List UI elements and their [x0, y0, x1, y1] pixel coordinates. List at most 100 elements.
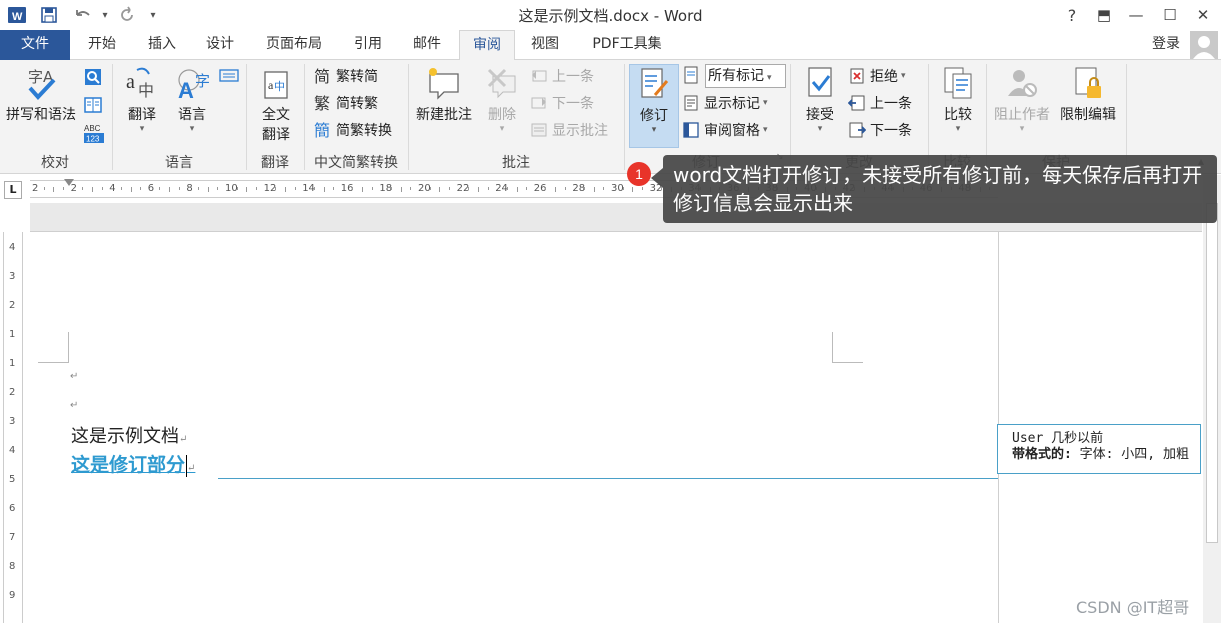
accept-button[interactable]: 接受 ▾: [796, 66, 844, 134]
translate-icon: a中: [125, 66, 159, 100]
close-button[interactable]: ✕: [1188, 2, 1218, 28]
ruler-minor-tick: [91, 187, 93, 192]
group-label-language: 语言: [165, 155, 193, 171]
ruler-tick-label: 8: [9, 561, 16, 572]
word-window: W ▾ ▾ 这是示例文档.docx - Word ? ⬒ — ☐ ✕ 文件 开始…: [0, 0, 1221, 623]
document-page[interactable]: ↵ ↵ 这是示例文档↵ 这是修订部分 ↵: [30, 231, 998, 623]
tab-references[interactable]: 引用: [344, 30, 392, 60]
paragraph-mark: ↵: [179, 434, 188, 445]
track-changes-icon: [637, 67, 671, 101]
tab-home[interactable]: 开始: [78, 30, 126, 60]
compare-button[interactable]: 比较 ▾: [934, 66, 982, 134]
accept-icon: [803, 66, 837, 100]
next-change-button[interactable]: 下一条: [848, 118, 912, 142]
ruler-minor-tick: [593, 187, 595, 192]
accept-dropdown-arrow: ▾: [817, 124, 823, 134]
show-comments-button[interactable]: 显示批注: [530, 118, 608, 142]
group-label-translation: 翻译: [261, 155, 289, 171]
scrollbar-thumb[interactable]: [1206, 203, 1218, 543]
ruler-minor-tick: [178, 187, 180, 190]
sign-in-link[interactable]: 登录: [1146, 30, 1186, 60]
ruler-minor-tick: [169, 187, 171, 192]
full-translate-label-line2: 翻译: [262, 127, 290, 143]
restrict-editing-button[interactable]: 限制编辑: [1056, 66, 1120, 124]
next-comment-button[interactable]: 下一条: [530, 91, 594, 115]
tab-view[interactable]: 视图: [521, 30, 569, 60]
previous-change-button[interactable]: 上一条: [847, 91, 912, 115]
ruler-minor-tick: [516, 187, 518, 192]
ruler-minor-tick: [603, 187, 605, 190]
revised-text-line[interactable]: 这是修订部分 ↵: [71, 450, 195, 477]
simplified-traditional-convert-button[interactable]: 簡 简繁转换: [314, 118, 392, 142]
paragraph-mark: ↵: [187, 463, 196, 474]
translate-label: 翻译: [128, 107, 156, 123]
previous-comment-button[interactable]: 上一条: [530, 64, 594, 88]
spelling-grammar-button[interactable]: 字A 拼写和语法: [2, 66, 80, 124]
research-icon[interactable]: [83, 67, 103, 91]
crop-mark: [68, 332, 69, 362]
ruler-tick-label: 3: [9, 416, 16, 427]
reviewing-pane-icon: [682, 121, 700, 139]
track-changes-button[interactable]: 修订 ▾: [629, 64, 679, 148]
tab-mailings[interactable]: 邮件: [403, 30, 451, 60]
markup-view-select[interactable]: 所有标记 ▾: [705, 64, 786, 88]
ruler-minor-tick: [391, 187, 393, 190]
show-markup-button[interactable]: 显示标记 ▾: [682, 91, 768, 115]
track-changes-dropdown-arrow: ▾: [651, 125, 657, 135]
chevron-down-icon: ▾: [763, 98, 768, 108]
to-traditional-button[interactable]: 繁 简转繁: [314, 91, 378, 115]
thesaurus-icon[interactable]: [83, 95, 103, 119]
vertical-scrollbar[interactable]: [1203, 175, 1221, 623]
compare-label: 比较: [944, 107, 972, 123]
reject-button[interactable]: 拒绝 ▾: [848, 64, 906, 88]
tab-pdf-tools[interactable]: PDF工具集: [582, 30, 672, 60]
translate-dropdown-arrow: ▾: [139, 124, 145, 134]
tab-insert[interactable]: 插入: [138, 30, 186, 60]
maximize-button[interactable]: ☐: [1155, 2, 1185, 28]
tab-selector[interactable]: L: [4, 181, 22, 199]
delete-comment-button[interactable]: 删除 ▾: [478, 66, 526, 134]
to-simplified-button[interactable]: 简 繁转简: [314, 64, 378, 88]
language-button[interactable]: A字 语言 ▾: [168, 66, 216, 134]
translate-button[interactable]: a中 翻译 ▾: [118, 66, 166, 134]
tab-design[interactable]: 设计: [196, 30, 244, 60]
word-count-icon[interactable]: ABC 123: [83, 122, 105, 148]
vertical-ruler[interactable]: 4 3 2 1 1 2 3 4 5 6 7 8 9: [3, 232, 23, 623]
next-comment-icon: [530, 94, 548, 112]
ruler-minor-tick: [468, 187, 470, 190]
new-comment-button[interactable]: 新建批注: [412, 66, 476, 124]
indent-marker[interactable]: [64, 179, 74, 186]
reviewing-pane-button[interactable]: 审阅窗格 ▾: [682, 118, 768, 142]
ruler-minor-tick: [82, 187, 84, 190]
lock-icon: [1071, 66, 1105, 100]
revision-time: 几秒以前: [1051, 431, 1104, 446]
minimize-button[interactable]: —: [1121, 2, 1151, 28]
ruler-minor-tick: [140, 187, 142, 190]
body-text-line[interactable]: 这是示例文档↵: [71, 422, 187, 448]
compare-icon: [941, 66, 975, 100]
document-title: 这是示例文档.docx - Word: [518, 7, 703, 25]
ribbon-display-options-button[interactable]: ⬒: [1089, 2, 1119, 28]
previous-comment-label: 上一条: [552, 69, 594, 85]
show-comments-icon: [530, 121, 548, 139]
ruler-minor-tick: [526, 187, 528, 190]
ruler-minor-tick: [641, 187, 643, 190]
revision-author: User: [1012, 431, 1044, 446]
convert-label: 简繁转换: [336, 123, 392, 139]
previous-change-icon: [847, 94, 866, 112]
avatar[interactable]: [1190, 31, 1218, 59]
full-translate-button[interactable]: a中 全文 翻译: [252, 70, 300, 144]
tab-review[interactable]: 审阅: [459, 30, 515, 61]
revision-balloon[interactable]: User 几秒以前 带格式的: 字体: 小四, 加粗: [997, 424, 1201, 474]
tab-file[interactable]: 文件: [0, 30, 70, 60]
ruler-tick-label: 2: [9, 387, 16, 398]
tab-layout[interactable]: 页面布局: [254, 30, 334, 60]
ruler-minor-tick: [284, 187, 286, 192]
accept-label: 接受: [806, 107, 834, 123]
ime-keyboard-icon[interactable]: [219, 67, 239, 87]
next-change-icon: [848, 121, 867, 139]
block-authors-button[interactable]: 阻止作者 ▾: [990, 66, 1054, 134]
help-button[interactable]: ?: [1057, 2, 1087, 28]
delete-label: 删除: [488, 107, 516, 123]
title-bar: W ▾ ▾ 这是示例文档.docx - Word ? ⬒ — ☐ ✕: [0, 0, 1221, 30]
